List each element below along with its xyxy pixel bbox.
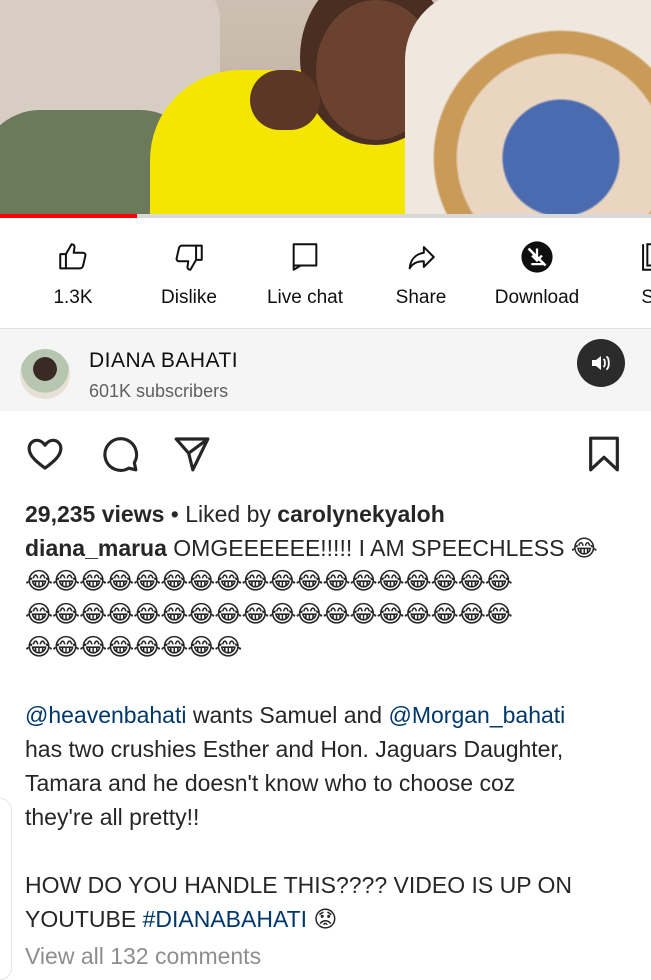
video-player[interactable] [0,0,651,218]
like-heart-button[interactable] [25,434,65,474]
caption-line: YOUTUBE #DIANABAHATI 😟 [25,902,635,936]
channel-row[interactable]: DIANA BAHATI 601K subscribers [0,329,651,411]
channel-name[interactable]: DIANA BAHATI [89,349,238,373]
video-frame-child-hand [250,70,320,130]
caption: diana_marua OMGEEEEEE!!!!! I AM SPEECHLE… [25,531,635,565]
emoji-row: 😂😂😂😂😂😂😂😂😂😂😂😂😂😂😂😂😂😂 [25,568,513,595]
caption-line: Tamara and he doesn't know who to choose… [25,770,516,796]
mention-link[interactable]: @heavenbahati [25,702,186,728]
live-chat-button[interactable]: Live chat [247,240,363,309]
save-button[interactable]: Sa [595,240,651,309]
caption-text: YOUTUBE [25,906,143,932]
bookmark-button[interactable] [584,434,624,474]
send-paper-plane-icon [174,437,210,472]
video-frame-adult-shirt [405,0,651,218]
thumbs-down-icon [175,244,203,271]
channel-avatar[interactable] [20,349,70,399]
share-direct-button[interactable] [172,434,212,474]
view-all-comments-link[interactable]: View all 132 comments [25,939,635,973]
save-label: Sa [641,287,651,308]
save-playlist-icon [642,243,651,271]
mention-link[interactable]: @Morgan_bahati [389,702,566,728]
download-label: Download [494,287,580,308]
volume-icon [592,356,610,370]
caption-text: 😟 [307,906,338,932]
post-body: 29,235 views • Liked by carolynekyaloh d… [25,497,635,973]
emoji-row: 😂😂😂😂😂😂😂😂😂😂😂😂😂😂😂😂😂😂 [25,601,513,628]
thumbs-up-icon [59,243,87,270]
view-count[interactable]: 29,235 views [25,501,164,527]
heart-icon [27,438,63,470]
live-chat-icon [292,243,318,271]
caption-line: they're all pretty!! [25,804,200,830]
views-line: 29,235 views • Liked by carolynekyaloh [25,497,635,531]
dislike-button[interactable]: Dislike [131,240,247,309]
like-button[interactable]: 1.3K [15,240,131,309]
liked-by-user[interactable]: carolynekyaloh [277,501,444,527]
live-chat-label: Live chat [266,287,344,308]
like-count: 1.3K [53,287,93,308]
share-button[interactable]: Share [363,240,479,309]
hashtag-link[interactable]: #DIANABAHATI [143,906,307,932]
caption-username[interactable]: diana_marua [25,535,167,561]
caption-line: has two crushies Esther and Hon. Jaguars… [25,736,564,762]
caption-paragraph-1: @heavenbahati wants Samuel and @Morgan_b… [25,698,635,732]
edge-panel-handle[interactable] [0,798,12,980]
caption-text: OMGEEEEEE!!!!! I AM SPEECHLESS 😂 [166,535,598,561]
emoji-row: 😂😂😂😂😂😂😂😂 [25,634,242,661]
video-action-bar: 1.3K Dislike Live chat Share Download S [0,218,651,329]
share-label: Share [395,287,447,308]
volume-button[interactable] [577,339,625,387]
subscriber-count: 601K subscribers [89,381,229,401]
share-arrow-icon [408,246,435,270]
caption-line: HOW DO YOU HANDLE THIS???? VIDEO IS UP O… [25,872,573,898]
caption-text: wants Samuel and [186,702,389,728]
comment-button[interactable] [100,434,140,474]
download-button[interactable]: Download [479,240,595,309]
dislike-label: Dislike [161,287,217,308]
bookmark-icon [589,436,619,472]
liked-by-prefix: • Liked by [164,501,278,527]
post-action-bar [0,434,651,474]
download-blocked-icon [521,241,553,273]
comment-icon [103,437,139,472]
